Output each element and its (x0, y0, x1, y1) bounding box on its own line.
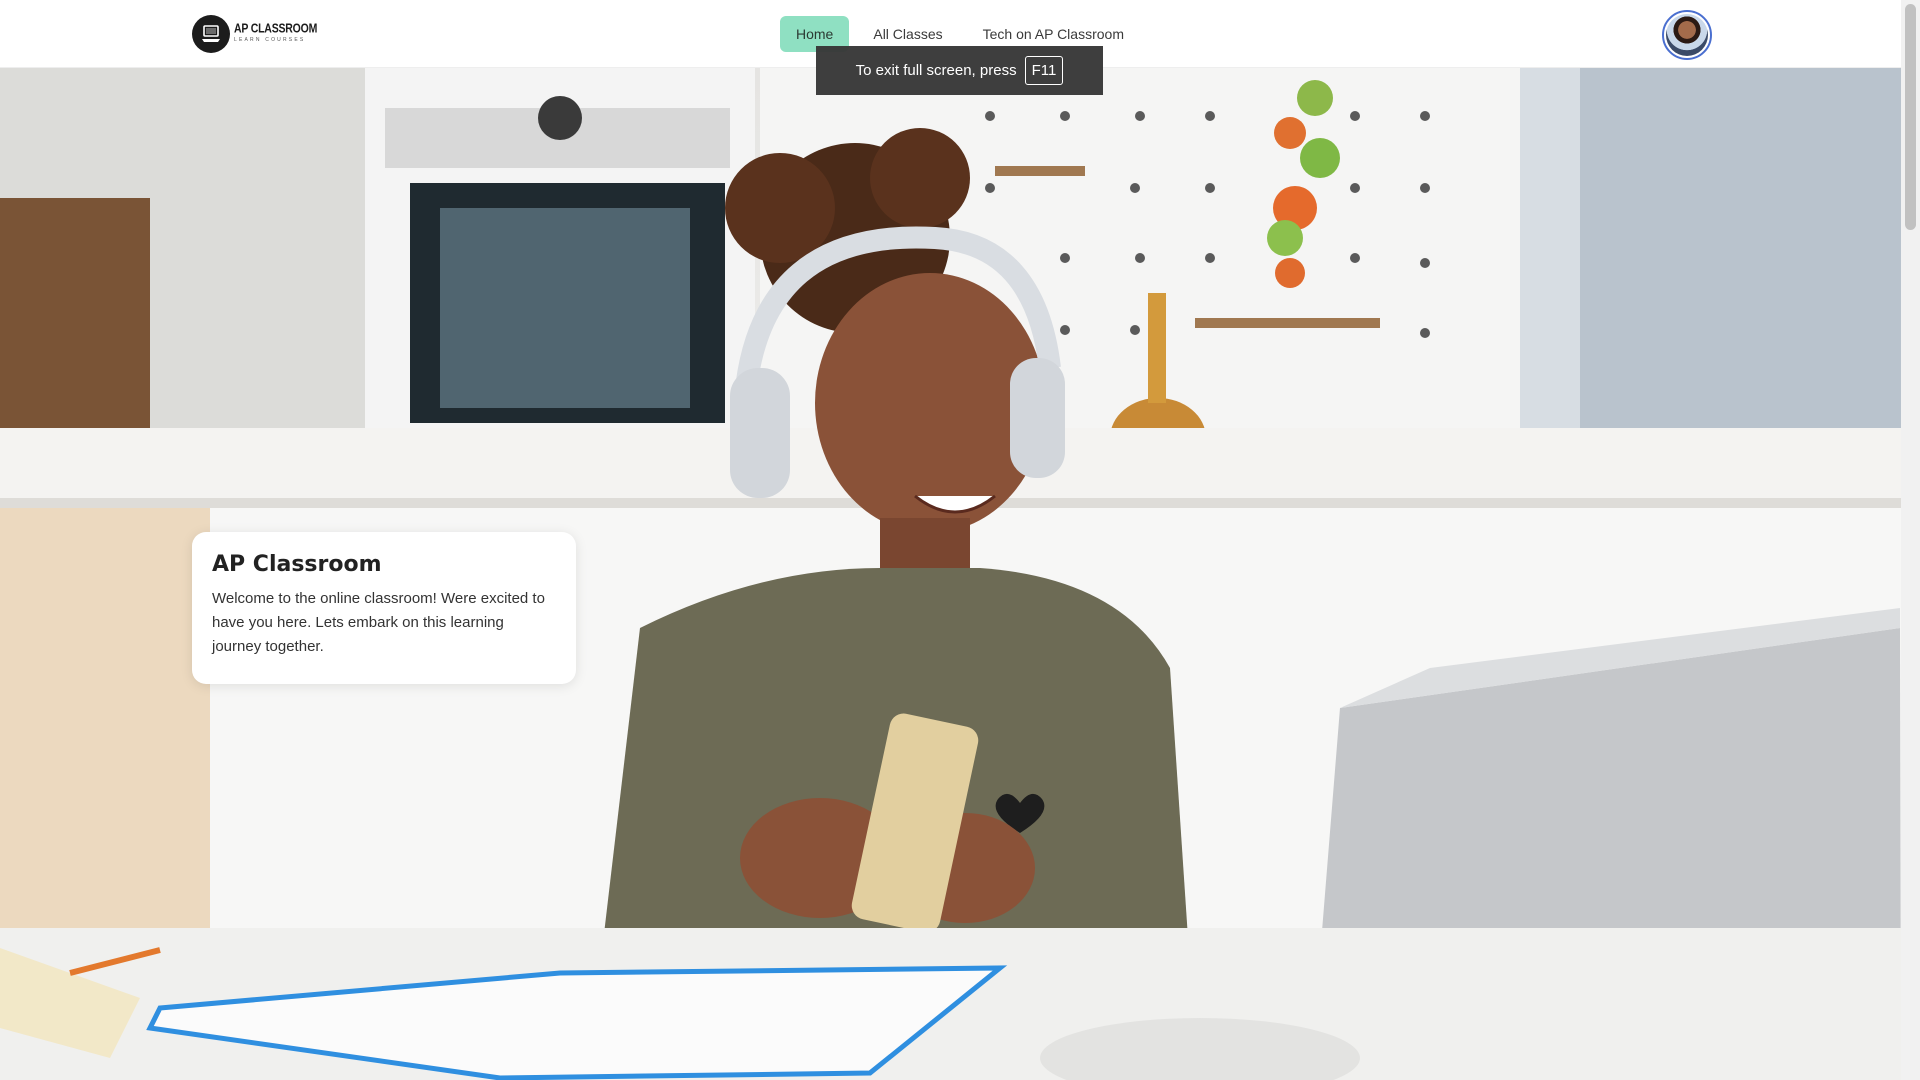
logo-title: AP CLASSROOM (234, 21, 318, 36)
site-logo[interactable]: AP CLASSROOM LEARN COURSES (192, 15, 317, 53)
toast-key: F11 (1024, 56, 1064, 85)
fullscreen-exit-toast: To exit full screen, press F11 (816, 46, 1103, 95)
card-title: AP Classroom (212, 552, 382, 577)
laptop-logo-icon (192, 15, 230, 53)
logo-subtitle: LEARN COURSES (234, 37, 306, 44)
scrollbar-thumb[interactable] (1905, 4, 1916, 230)
avatar-image (1666, 14, 1708, 56)
user-avatar[interactable] (1662, 10, 1712, 60)
toast-message: To exit full screen, press (855, 62, 1017, 79)
page-scrollbar[interactable] (1901, 0, 1920, 1080)
welcome-card: AP Classroom Welcome to the online class… (192, 532, 576, 684)
card-text: Welcome to the online classroom! Were ex… (212, 590, 545, 655)
logo-text: AP CLASSROOM LEARN COURSES (234, 21, 318, 44)
